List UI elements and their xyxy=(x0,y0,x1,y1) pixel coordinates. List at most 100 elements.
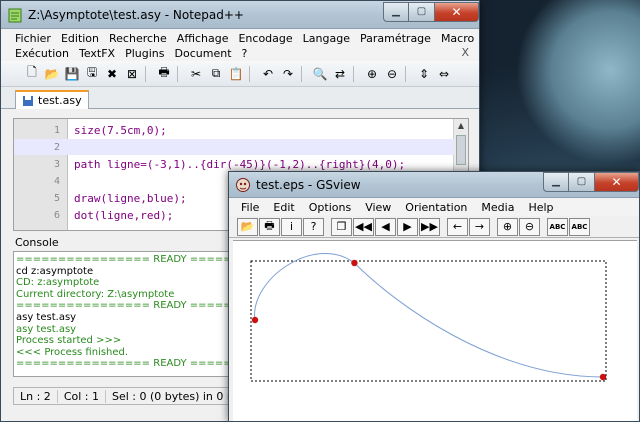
scroll-up-icon[interactable]: ▲ xyxy=(454,119,468,133)
gsview-minimize-button[interactable]: ▁ xyxy=(543,171,569,192)
copy-icon[interactable]: ⧉ xyxy=(207,65,225,83)
zoom-out-icon[interactable]: ⊖ xyxy=(519,217,540,236)
help-icon[interactable]: ? xyxy=(303,217,324,236)
menu-encodage[interactable]: Encodage xyxy=(238,32,292,45)
notepad-toolbar: 🗋 📂 💾 🖫 ✖ ⊠ 🖶 ✂ ⧉ 📋 ↶ ↷ 🔍 ⇄ ⊕ ⊖ ⇕ ⇔ xyxy=(1,61,479,87)
undo-icon[interactable]: ↶ xyxy=(259,65,277,83)
replace-icon[interactable]: ⇄ xyxy=(331,65,349,83)
code-text: size(7.5cm,0); xyxy=(74,123,167,137)
plot-dot xyxy=(351,259,358,267)
close-button[interactable]: ✕ xyxy=(435,1,479,22)
menu-fichier[interactable]: Fichier xyxy=(15,32,51,45)
toolbar-separator xyxy=(301,65,307,82)
gsview-app-icon xyxy=(236,177,250,192)
scroll-thumb[interactable] xyxy=(456,135,466,165)
gsview-titlebar[interactable]: test.eps - GSview ▁ ▢ ✕ xyxy=(229,171,639,198)
line-number: 4 xyxy=(53,175,60,187)
code-line: 2 xyxy=(14,139,454,155)
next-page-icon[interactable]: ▶ xyxy=(397,217,418,236)
close-icon[interactable]: ✖ xyxy=(103,65,121,83)
code-text: dot(ligne,red); xyxy=(74,208,174,222)
gsview-close-button[interactable]: ✕ xyxy=(595,171,639,192)
sync-v-icon[interactable]: ⇕ xyxy=(415,65,433,83)
menu-orientation[interactable]: Orientation xyxy=(405,201,467,214)
gsview-title: test.eps - GSview xyxy=(256,177,361,192)
code-text: path ligne=(-3,1)..{dir(-45)}(-1,2)..{ri… xyxy=(74,157,406,171)
code-text: draw(ligne,blue); xyxy=(74,191,187,205)
redo-icon[interactable]: ↷ xyxy=(279,65,297,83)
sync-h-icon[interactable]: ⇔ xyxy=(435,65,453,83)
last-page-icon[interactable]: ▶▶ xyxy=(419,217,440,236)
gsview-menubar: File Edit Options View Orientation Media Help xyxy=(229,198,639,216)
toolbar-separator xyxy=(145,65,151,82)
menu-textfx[interactable]: TextFX xyxy=(79,47,115,60)
save-state-icon xyxy=(23,95,33,106)
magnify-abc-alt-icon[interactable]: ABC xyxy=(569,217,590,236)
back-icon[interactable]: ← xyxy=(447,217,468,236)
line-number: 1 xyxy=(53,124,60,136)
magnify-abc-icon[interactable]: ABC xyxy=(547,217,568,236)
menu-help[interactable]: ? xyxy=(242,47,248,60)
document-canvas[interactable] xyxy=(233,240,637,421)
gsview-toolbar: 📂 🖶 i? ❐ ◀◀ ◀ ▶ ▶▶ ← → ⊕ ⊖ ABC ABC xyxy=(229,216,639,238)
console-title: Console xyxy=(15,235,59,249)
menu-file[interactable]: File xyxy=(241,201,259,214)
zoom-in-icon[interactable]: ⊕ xyxy=(497,217,518,236)
paste-icon[interactable]: 📋 xyxy=(227,65,245,83)
gsview-window: test.eps - GSview ▁ ▢ ✕ File Edit Options V… xyxy=(228,171,640,422)
menu-help[interactable]: Help xyxy=(528,201,553,214)
menu-edit[interactable]: Edit xyxy=(273,201,294,214)
new-icon[interactable]: 🗋 xyxy=(23,65,41,83)
tab-test-asy[interactable]: test.asy xyxy=(15,90,89,109)
menu-plugins[interactable]: Plugins xyxy=(125,47,164,60)
find-icon[interactable]: 🔍 xyxy=(311,65,329,83)
zoom-in-icon[interactable]: ⊕ xyxy=(363,65,381,83)
notepad-menubar: Fichier Edition Recherche Affichage Encodage… xyxy=(1,29,479,61)
forward-icon[interactable]: → xyxy=(469,217,490,236)
line-number: 6 xyxy=(53,209,60,221)
toolbar-separator xyxy=(177,65,183,82)
code-line: 1 size(7.5cm,0); xyxy=(14,122,454,138)
document-close-button[interactable]: X xyxy=(461,46,469,59)
menu-view[interactable]: View xyxy=(365,201,391,214)
page-icon[interactable]: ❐ xyxy=(331,217,352,236)
open-icon[interactable]: 📂 xyxy=(237,217,258,236)
menu-parametrage[interactable]: Paramétrage xyxy=(360,32,431,45)
menu-execution[interactable]: Exécution xyxy=(15,47,69,60)
notepad-app-icon xyxy=(8,8,22,22)
eps-plot xyxy=(250,252,607,382)
plot-dot xyxy=(251,316,259,324)
print-icon[interactable]: 🖶 xyxy=(259,217,280,236)
menu-options[interactable]: Options xyxy=(309,201,351,214)
menu-edition[interactable]: Edition xyxy=(61,32,99,45)
tab-label: test.asy xyxy=(38,94,82,107)
menu-recherche[interactable]: Recherche xyxy=(109,32,167,45)
menu-macro[interactable]: Macro xyxy=(441,32,474,45)
save-all-icon[interactable]: 🖫 xyxy=(83,65,101,83)
code-line: 3 path ligne=(-3,1)..{dir(-45)}(-1,2)..{r… xyxy=(14,156,454,172)
menu-media[interactable]: Media xyxy=(481,201,514,214)
line-number: 3 xyxy=(53,158,60,170)
toolbar-separator xyxy=(405,65,411,82)
menu-document[interactable]: Document xyxy=(175,47,232,60)
maximize-button[interactable]: ▢ xyxy=(409,1,435,22)
gsview-maximize-button[interactable]: ▢ xyxy=(569,171,595,192)
toolbar-separator xyxy=(249,65,255,82)
info-icon[interactable]: i xyxy=(281,217,302,236)
menu-affichage[interactable]: Affichage xyxy=(177,32,229,45)
print-icon[interactable]: 🖶 xyxy=(155,65,173,83)
status-column: Col : 1 xyxy=(58,389,106,403)
close-all-icon[interactable]: ⊠ xyxy=(123,65,141,83)
minimize-button[interactable]: ▁ xyxy=(383,1,409,22)
prev-page-icon[interactable]: ◀ xyxy=(375,217,396,236)
toolbar-separator xyxy=(353,65,359,82)
save-icon[interactable]: 💾 xyxy=(63,65,81,83)
first-page-icon[interactable]: ◀◀ xyxy=(353,217,374,236)
menu-langage[interactable]: Langage xyxy=(303,32,350,45)
tab-bar: test.asy xyxy=(1,87,479,109)
plot-dot xyxy=(599,373,607,381)
notepad-titlebar[interactable]: Z:\Asymptote\test.asy - Notepad++ ▁ ▢ ✕ xyxy=(1,1,479,29)
cut-icon[interactable]: ✂ xyxy=(187,65,205,83)
open-icon[interactable]: 📂 xyxy=(43,65,61,83)
zoom-out-icon[interactable]: ⊖ xyxy=(383,65,401,83)
